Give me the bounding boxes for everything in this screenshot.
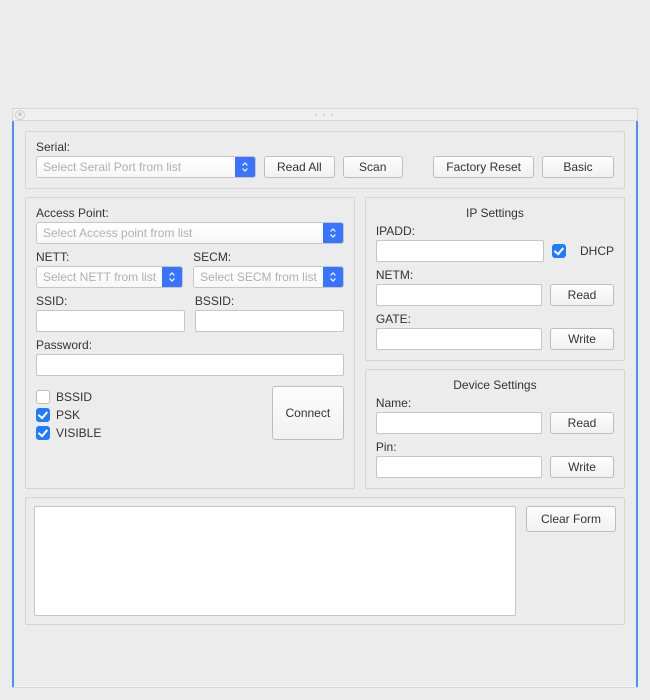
- device-read-button[interactable]: Read: [550, 412, 614, 434]
- ssid-input[interactable]: [36, 310, 185, 332]
- visible-checkbox-label: VISIBLE: [56, 426, 101, 440]
- psk-checkbox-label: PSK: [56, 408, 80, 422]
- psk-checkbox[interactable]: [36, 408, 50, 422]
- device-write-button[interactable]: Write: [550, 456, 614, 478]
- log-output[interactable]: [34, 506, 516, 616]
- bssid-input[interactable]: [195, 310, 344, 332]
- bssid-label: BSSID:: [195, 294, 344, 308]
- ap-label: Access Point:: [36, 206, 344, 220]
- access-point-placeholder: Select Access point from list: [37, 226, 323, 240]
- chevron-down-icon: [235, 157, 255, 177]
- bssid-checkbox-label: BSSID: [56, 390, 92, 404]
- right-scroll-edge: [636, 121, 638, 687]
- ip-settings-group: IP Settings IPADD: DHCP NETM: Read GATE: [365, 197, 625, 361]
- ipadd-label: IPADD:: [376, 224, 614, 238]
- ip-write-button[interactable]: Write: [550, 328, 614, 350]
- chevron-down-icon: [323, 267, 343, 287]
- netm-label: NETM:: [376, 268, 614, 282]
- scan-button[interactable]: Scan: [343, 156, 403, 178]
- gate-input[interactable]: [376, 328, 542, 350]
- left-scroll-edge: [12, 121, 14, 687]
- device-name-input[interactable]: [376, 412, 542, 434]
- ip-settings-title: IP Settings: [376, 206, 614, 220]
- nett-select[interactable]: Select NETT from list: [36, 266, 183, 288]
- dhcp-label: DHCP: [580, 244, 614, 258]
- access-point-select[interactable]: Select Access point from list: [36, 222, 344, 244]
- device-name-label: Name:: [376, 396, 614, 410]
- titlebar-grip: • • •: [315, 113, 335, 119]
- access-point-group: Access Point: Select Access point from l…: [25, 197, 355, 489]
- chevron-down-icon: [323, 223, 343, 243]
- gate-label: GATE:: [376, 312, 614, 326]
- titlebar: × • • •: [13, 109, 637, 121]
- serial-port-select[interactable]: Select Serail Port from list: [36, 156, 256, 178]
- nett-placeholder: Select NETT from list: [37, 270, 162, 284]
- nett-label: NETT:: [36, 250, 183, 264]
- bssid-checkbox[interactable]: [36, 390, 50, 404]
- device-pin-input[interactable]: [376, 456, 542, 478]
- read-all-button[interactable]: Read All: [264, 156, 335, 178]
- device-pin-label: Pin:: [376, 440, 614, 454]
- visible-checkbox[interactable]: [36, 426, 50, 440]
- password-input[interactable]: [36, 354, 344, 376]
- ipadd-input[interactable]: [376, 240, 544, 262]
- dhcp-checkbox[interactable]: [552, 244, 566, 258]
- device-settings-group: Device Settings Name: Read Pin: Write: [365, 369, 625, 489]
- password-label: Password:: [36, 338, 344, 352]
- window-close-button[interactable]: ×: [15, 110, 25, 120]
- serial-label: Serial:: [36, 140, 614, 154]
- secm-placeholder: Select SECM from list: [194, 270, 323, 284]
- serial-group: Serial: Select Serail Port from list Rea…: [25, 131, 625, 189]
- ssid-label: SSID:: [36, 294, 185, 308]
- chevron-down-icon: [162, 267, 182, 287]
- log-group: Clear Form: [25, 497, 625, 625]
- basic-button[interactable]: Basic: [542, 156, 614, 178]
- device-settings-title: Device Settings: [376, 378, 614, 392]
- secm-select[interactable]: Select SECM from list: [193, 266, 344, 288]
- netm-input[interactable]: [376, 284, 542, 306]
- serial-port-placeholder: Select Serail Port from list: [37, 160, 235, 174]
- factory-reset-button[interactable]: Factory Reset: [433, 156, 534, 178]
- secm-label: SECM:: [193, 250, 344, 264]
- ip-read-button[interactable]: Read: [550, 284, 614, 306]
- connect-button[interactable]: Connect: [272, 386, 344, 440]
- clear-form-button[interactable]: Clear Form: [526, 506, 616, 532]
- config-window: × • • • Serial: Select Serail Port from …: [12, 108, 638, 688]
